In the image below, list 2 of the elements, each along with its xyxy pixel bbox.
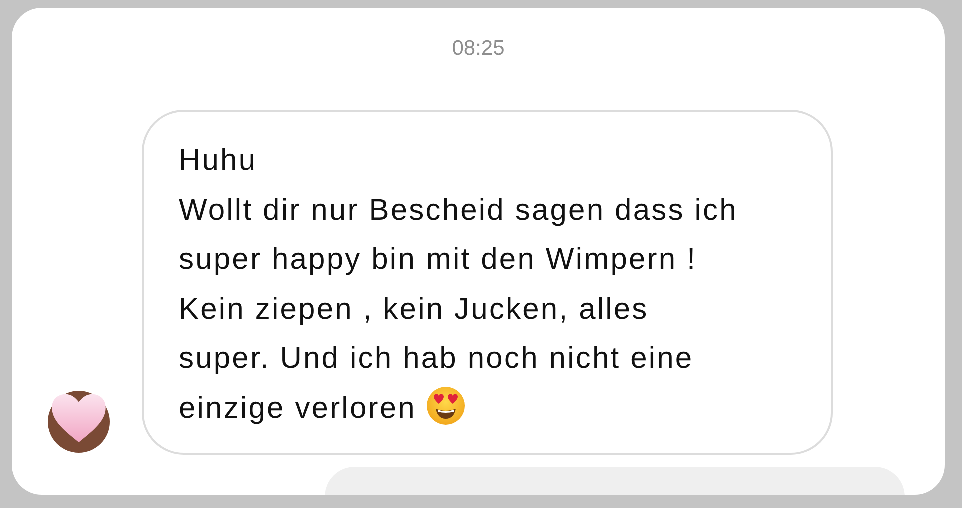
timestamp: 08:25 bbox=[452, 36, 505, 62]
message-text: Huhu Wollt dir nur Bescheid sagen dass ich super happy bin mit den Wimpern ! Kein ziepen , kein Jucken, alles super. Und ich hab noch nicht eine einzige verloren bbox=[179, 143, 739, 428]
